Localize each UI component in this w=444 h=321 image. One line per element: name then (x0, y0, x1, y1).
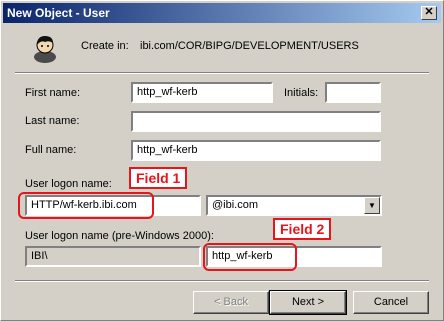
create-in-label: Create in: (81, 40, 129, 52)
back-button[interactable]: < Back (193, 291, 269, 314)
next-button[interactable]: Next > (269, 290, 347, 315)
window-title: New Object - User (7, 6, 110, 20)
separator-top (15, 72, 429, 74)
new-object-dialog: New Object - User ✕ Create in: ibi.com/C… (0, 0, 444, 321)
full-name-field[interactable]: http_wf-kerb (131, 140, 381, 161)
logon-name-label: User logon name: (25, 178, 112, 190)
full-name-label: Full name: (25, 144, 77, 156)
last-name-field[interactable] (131, 111, 381, 132)
first-name-field[interactable]: http_wf-kerb (131, 82, 273, 103)
initials-label: Initials: (284, 87, 319, 99)
user-icon (34, 36, 56, 63)
pre2000-domain-field: IBI\ (25, 246, 201, 267)
initials-field[interactable] (325, 82, 381, 103)
field2-callout: Field 2 (273, 218, 332, 240)
first-name-label: First name: (25, 87, 81, 99)
domain-selected-value: @ibi.com (212, 199, 259, 211)
field1-callout: Field 1 (129, 167, 188, 189)
pre2000-label: User logon name (pre-Windows 2000): (25, 230, 214, 242)
close-icon[interactable]: ✕ (421, 6, 437, 20)
field1-highlight (18, 192, 154, 219)
title-bar[interactable]: New Object - User ✕ (3, 3, 441, 23)
field2-highlight (203, 243, 297, 271)
cancel-button[interactable]: Cancel (353, 291, 429, 314)
domain-select[interactable]: @ibi.com ▼ (206, 195, 382, 216)
chevron-down-icon[interactable]: ▼ (364, 197, 380, 214)
separator-bottom (15, 280, 429, 282)
create-in-path: ibi.com/COR/BIPG/DEVELOPMENT/USERS (140, 40, 359, 52)
last-name-label: Last name: (25, 115, 80, 127)
